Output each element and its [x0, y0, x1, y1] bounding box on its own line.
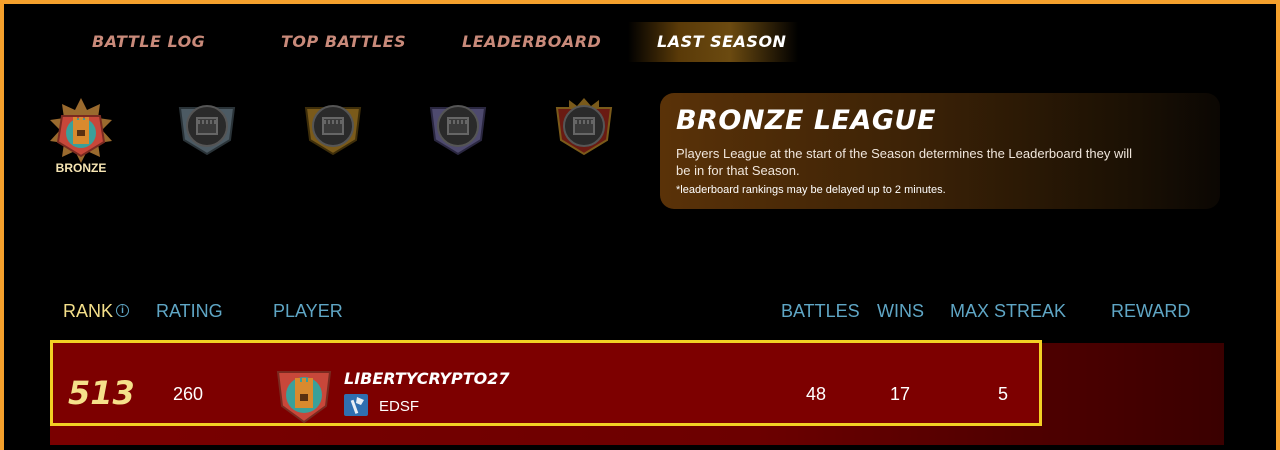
header-wins[interactable]: WINS [877, 301, 924, 322]
bronze-league-icon[interactable] [46, 96, 116, 166]
row-wins: 17 [890, 384, 911, 404]
tab-leaderboard[interactable]: LEADERBOARD [462, 32, 601, 51]
silver-league-icon[interactable] [172, 96, 242, 166]
header-max-streak[interactable]: MAX STREAK [950, 301, 1066, 322]
guild-name[interactable]: EDSF [379, 398, 419, 415]
header-rating[interactable]: RATING [156, 301, 223, 322]
row-rating: 260 [173, 384, 204, 404]
row-max-streak: 5 [998, 384, 1009, 404]
table-row[interactable] [50, 340, 1042, 426]
tab-top-battles[interactable]: TOP BATTLES [281, 32, 406, 51]
league-info-card: BRONZE LEAGUE Players League at the star… [660, 93, 1220, 209]
league-title: BRONZE LEAGUE [676, 105, 936, 136]
bronze-league-label: BRONZE [55, 161, 107, 175]
gold-league-icon[interactable] [298, 96, 368, 166]
league-description: Players League at the start of the Seaso… [676, 146, 1133, 178]
guild-axe-icon[interactable] [344, 394, 368, 416]
diamond-league-icon[interactable] [423, 96, 493, 166]
row-battles: 48 [806, 384, 827, 404]
header-battles[interactable]: BATTLES [781, 301, 860, 322]
champion-league-icon[interactable] [549, 96, 619, 166]
league-note: *leaderboard rankings may be delayed up … [676, 184, 946, 196]
header-rank[interactable]: RANK [63, 301, 113, 322]
row-rank: 513 [68, 374, 135, 412]
player-name[interactable]: LIBERTYCRYPTO27 [344, 369, 510, 388]
info-icon[interactable]: i [116, 304, 129, 317]
tab-last-season[interactable]: LAST SEASON [657, 32, 786, 51]
tab-battle-log[interactable]: BATTLE LOG [92, 32, 205, 51]
header-reward[interactable]: REWARD [1111, 301, 1190, 322]
player-avatar-icon[interactable] [274, 368, 334, 424]
header-player[interactable]: PLAYER [273, 301, 343, 322]
